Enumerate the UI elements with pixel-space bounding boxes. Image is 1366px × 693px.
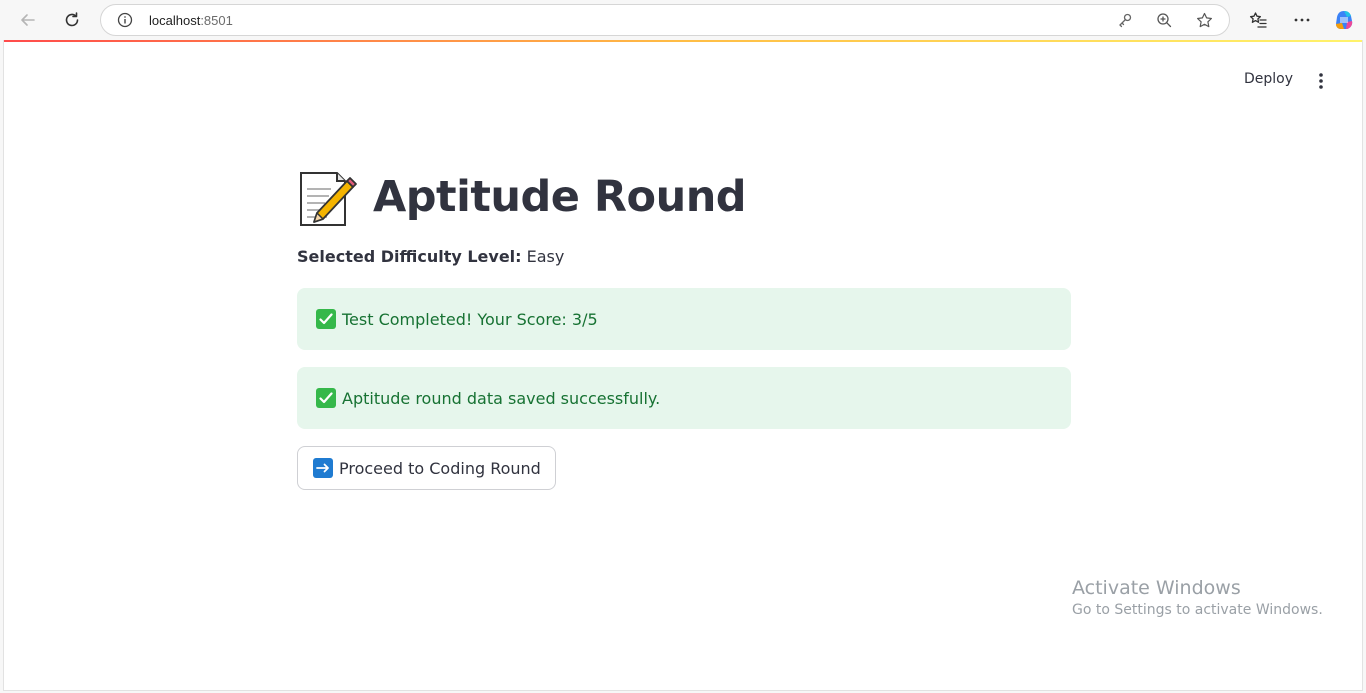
save-success-alert: Aptitude round data saved successfully.: [297, 367, 1071, 429]
page-title: Aptitude Round: [373, 172, 747, 222]
copilot-icon[interactable]: [1332, 8, 1356, 32]
watermark-title: Activate Windows: [1072, 577, 1241, 599]
watermark-subtitle: Go to Settings to activate Windows.: [1072, 602, 1323, 618]
check-mark-icon: [316, 309, 336, 329]
more-options-icon[interactable]: [1292, 10, 1312, 30]
url-text: localhost:8501: [149, 13, 233, 28]
reload-button[interactable]: [58, 6, 86, 34]
main-content: Aptitude Round Selected Difficulty Level…: [297, 165, 1071, 490]
key-icon[interactable]: [1117, 12, 1133, 28]
url-host: localhost: [149, 13, 201, 28]
favorites-icon[interactable]: [1248, 10, 1268, 30]
url-port: :8501: [200, 13, 233, 28]
memo-icon: [300, 172, 357, 226]
difficulty-value: Easy: [526, 247, 565, 266]
proceed-button-label: Proceed to Coding Round: [339, 458, 541, 478]
page-title-row: Aptitude Round: [297, 165, 1071, 229]
save-alert-text: Aptitude round data saved successfully.: [342, 388, 661, 408]
reload-icon: [65, 12, 79, 27]
address-bar[interactable]: localhost:8501: [100, 4, 1230, 36]
favorite-star-icon[interactable]: [1196, 12, 1213, 29]
proceed-to-coding-button[interactable]: Proceed to Coding Round: [297, 446, 556, 490]
difficulty-label: Selected Difficulty Level:: [297, 247, 522, 266]
browser-chrome: localhost:8501: [0, 0, 1366, 40]
zoom-icon[interactable]: [1156, 12, 1172, 28]
right-arrow-icon: [313, 458, 333, 478]
site-info-icon[interactable]: [117, 12, 133, 28]
main-menu-button[interactable]: [1309, 69, 1333, 93]
back-arrow-icon: [21, 14, 35, 26]
check-mark-icon: [316, 388, 336, 408]
score-alert-text: Test Completed! Your Score: 3/5: [342, 309, 598, 329]
decoration-bar: [4, 40, 1362, 42]
back-button[interactable]: [14, 6, 42, 34]
score-success-alert: Test Completed! Your Score: 3/5: [297, 288, 1071, 350]
vertical-dots-icon: [1319, 73, 1323, 89]
deploy-button[interactable]: Deploy: [1238, 69, 1299, 89]
windows-activation-watermark: Activate Windows Go to Settings to activ…: [1072, 577, 1323, 618]
difficulty-line: Selected Difficulty Level: Easy: [297, 247, 1071, 266]
